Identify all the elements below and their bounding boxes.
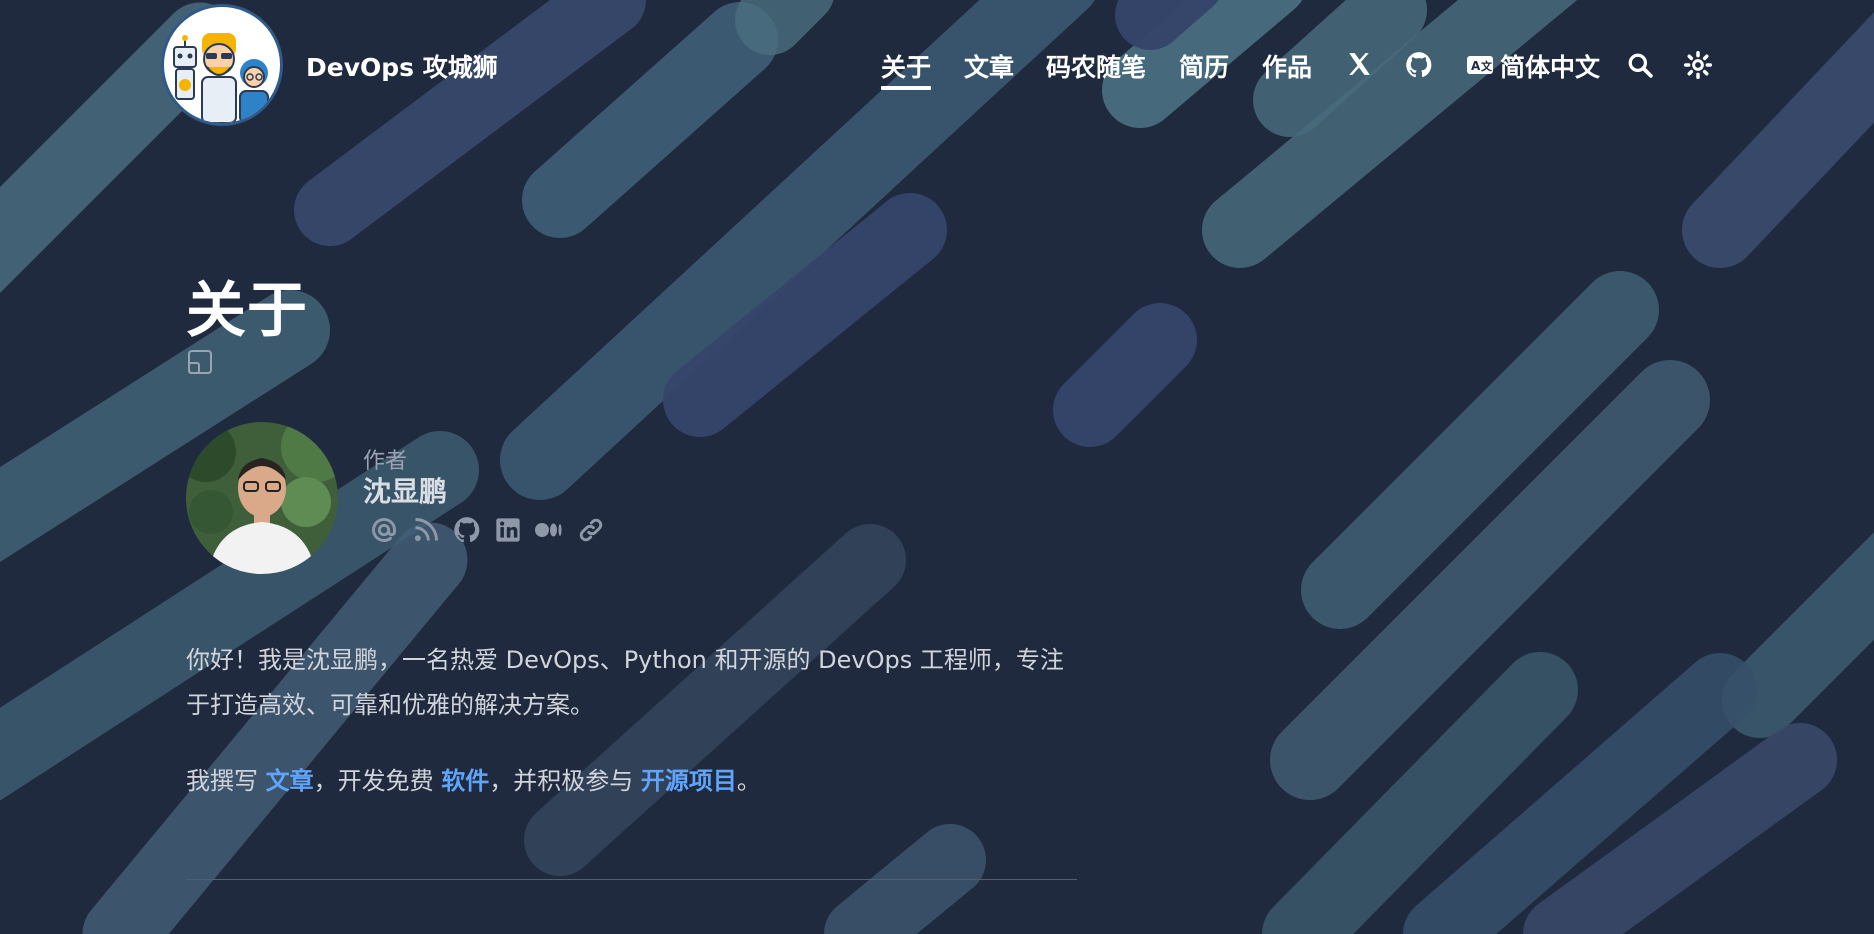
work-paragraph: 我撰写 文章，开发免费 软件，并积极参与 开源项目。 [186,759,1066,804]
site-title[interactable]: DevOps 攻城狮 [306,48,498,84]
github-icon[interactable] [1405,51,1433,83]
link-icon[interactable] [577,516,605,548]
svg-text:A: A [1471,59,1481,73]
language-icon[interactable]: A文 [1466,54,1494,80]
logo-illustration-icon [173,33,269,123]
author-github-icon[interactable] [453,516,481,548]
author-name: 沈显鹏 [363,475,448,508]
linkedin-icon[interactable] [494,516,522,548]
fullscreen-icon[interactable] [186,348,214,380]
medium-icon[interactable] [534,516,564,548]
site-logo[interactable] [161,4,283,126]
nav-about[interactable]: 关于 [881,48,932,90]
search-icon[interactable] [1627,52,1653,82]
divider [186,879,1077,880]
nav-resume[interactable]: 简历 [1179,48,1229,84]
author-avatar [186,422,338,574]
p2-suffix: 。 [736,767,761,795]
svg-text:文: 文 [1481,59,1493,73]
language-switcher[interactable]: 简体中文 [1500,48,1600,84]
email-icon[interactable] [370,516,398,548]
nav-notes[interactable]: 码农随笔 [1046,48,1146,84]
rss-icon[interactable] [412,516,440,548]
p2-mid1: ，开发免费 [313,767,442,795]
nav-works[interactable]: 作品 [1262,48,1312,84]
nav-articles[interactable]: 文章 [964,48,1014,84]
theme-toggle-icon[interactable] [1684,51,1712,83]
software-link[interactable]: 软件 [441,767,489,795]
p2-prefix: 我撰写 [186,767,266,795]
p2-mid2: ，并积极参与 [489,767,641,795]
page-title: 关于 [186,276,308,346]
intro-paragraph: 你好！我是沈显鹏，一名热爱 DevOps、Python 和开源的 DevOps … [186,646,1064,719]
articles-link[interactable]: 文章 [266,767,314,795]
page: DevOps 攻城狮 关于 文章 码农随笔 简历 作品 A文 简体中文 关于 作… [0,0,1874,934]
open-source-link[interactable]: 开源项目 [641,767,737,795]
x-icon[interactable] [1346,51,1372,81]
